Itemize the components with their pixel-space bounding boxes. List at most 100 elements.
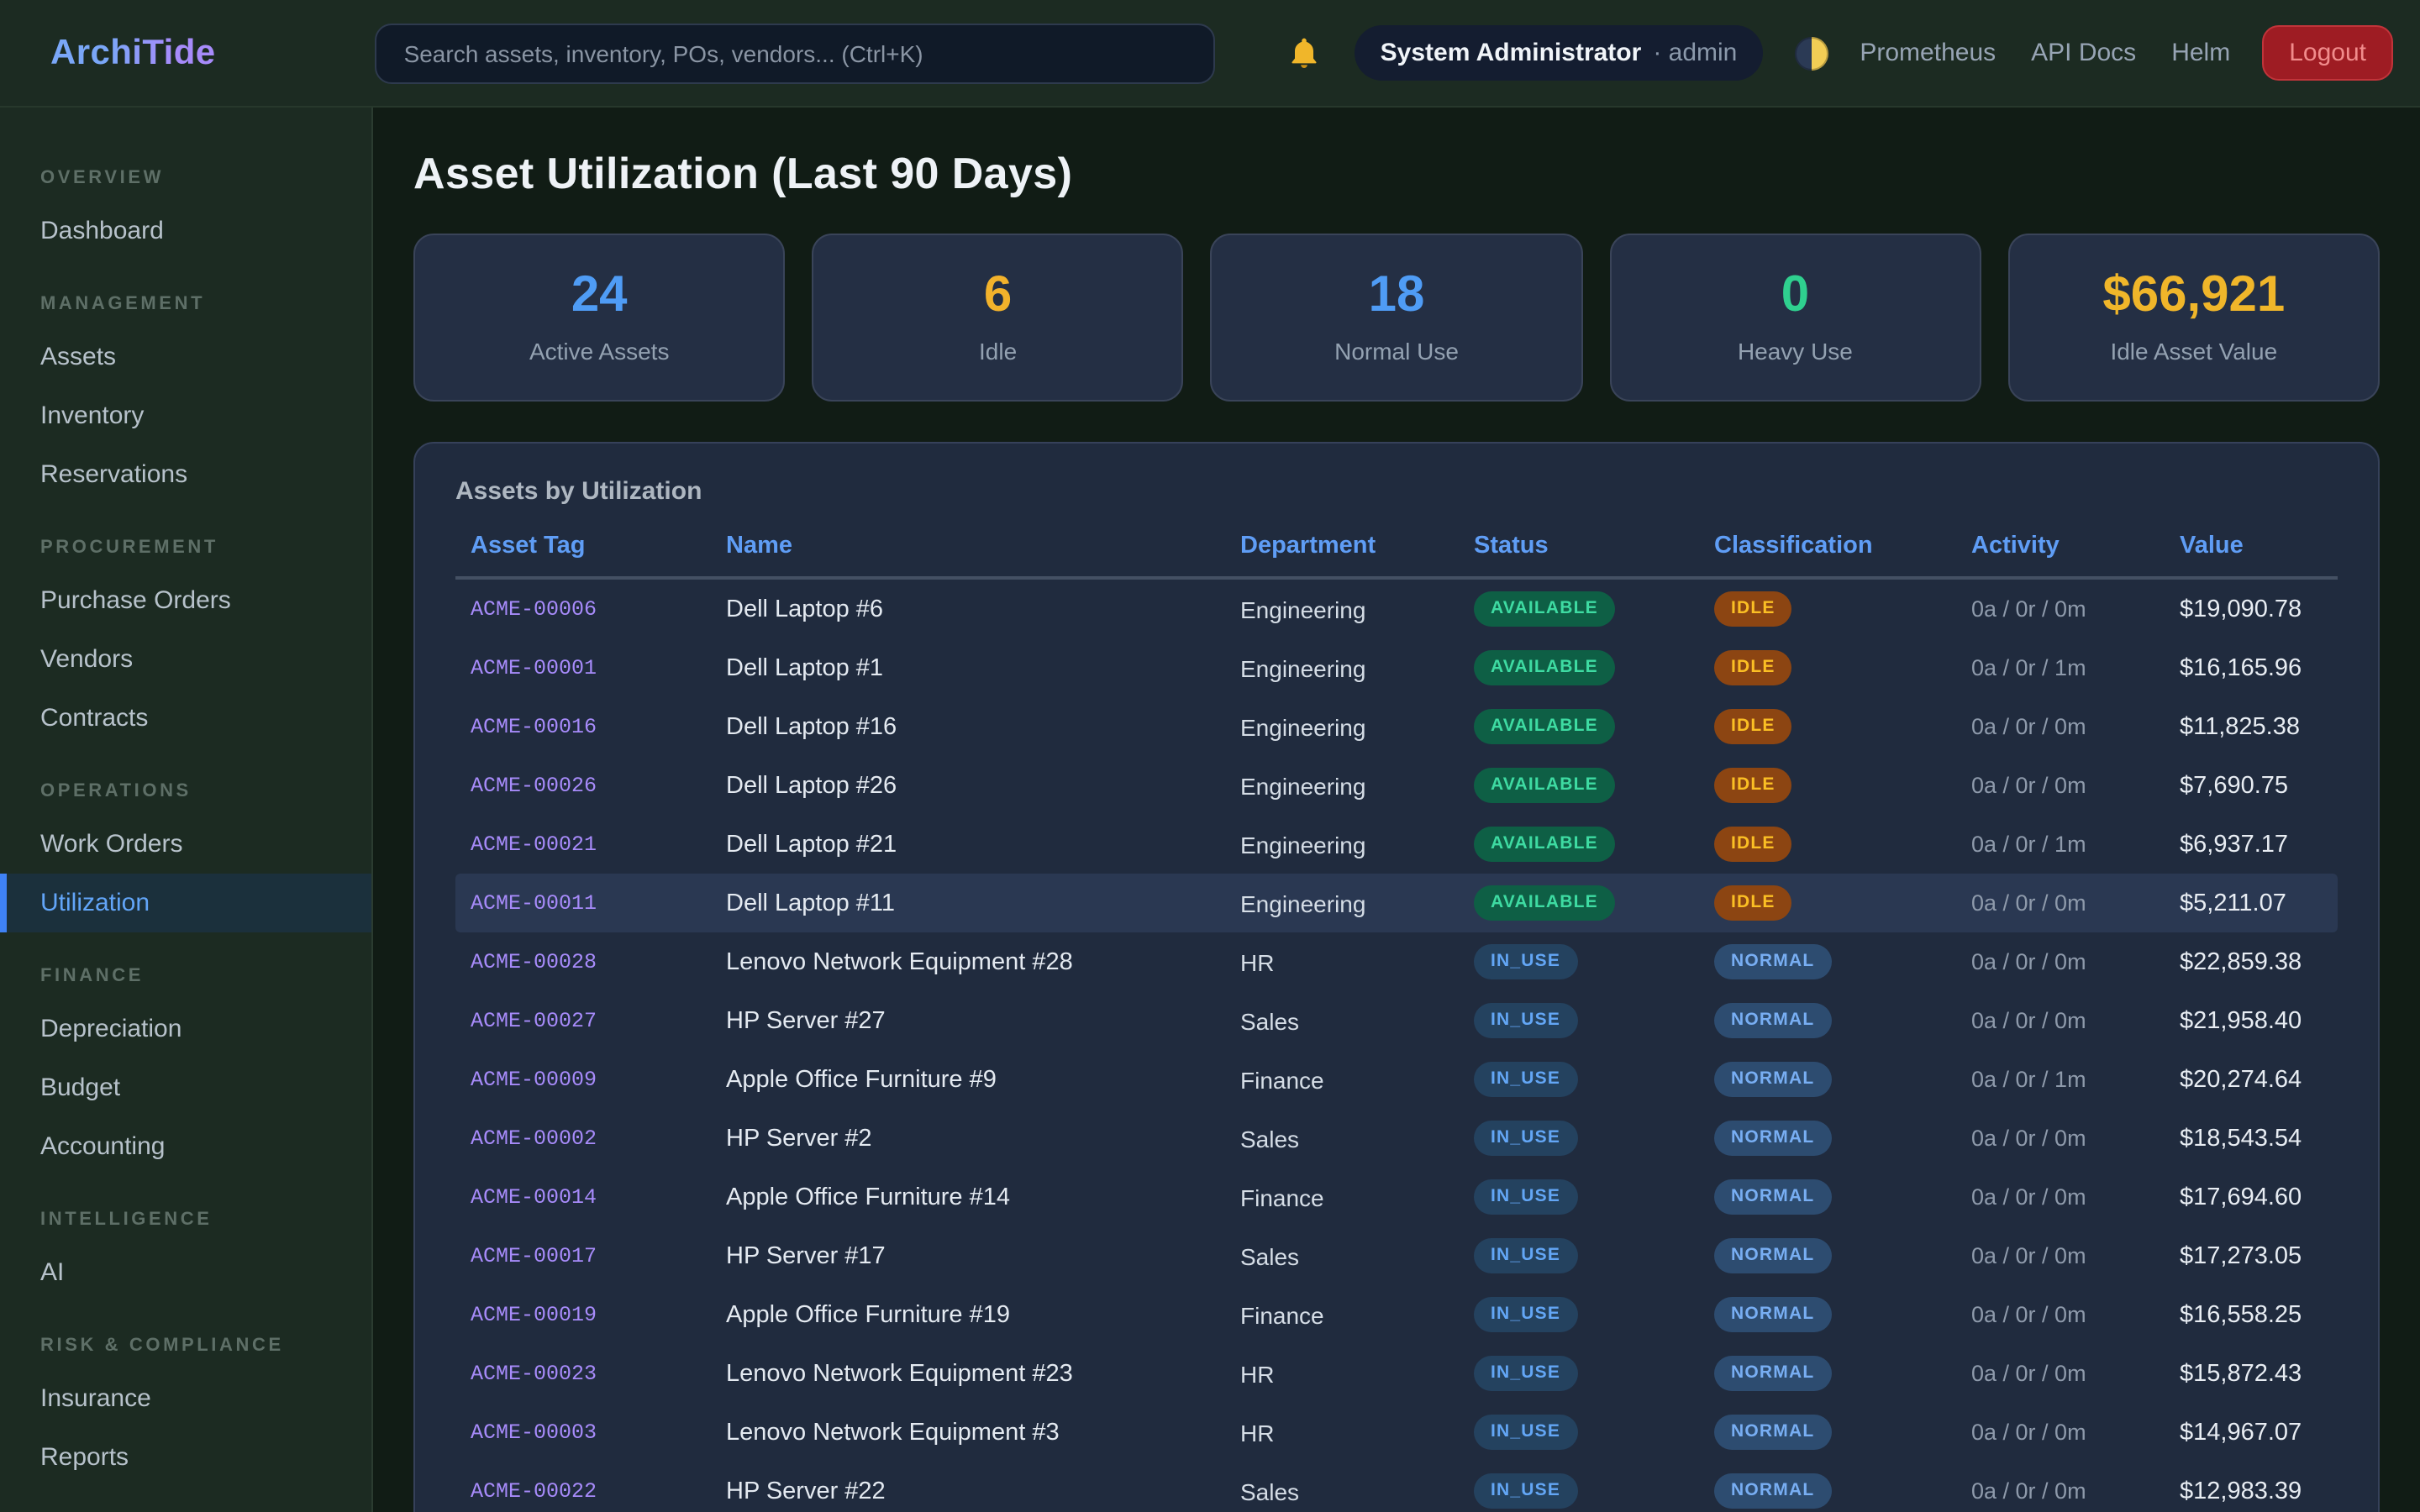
table-row[interactable]: ACME-00002HP Server #2SalesIN_USENORMAL0… (455, 1109, 2338, 1168)
asset-value: $6,937.17 (2180, 831, 2323, 858)
stat-value: $66,921 (2102, 270, 2285, 321)
topbar-link-api-docs[interactable]: API Docs (2031, 39, 2136, 67)
asset-tag-link[interactable]: ACME-00019 (471, 1303, 726, 1326)
sidebar-item-reservations[interactable]: Reservations (0, 445, 371, 504)
asset-tag-link[interactable]: ACME-00017 (471, 1244, 726, 1268)
asset-name: Lenovo Network Equipment #23 (726, 1360, 1240, 1387)
logout-button[interactable]: Logout (2262, 25, 2393, 81)
classification-cell: IDLE (1714, 709, 1971, 743)
table-row[interactable]: ACME-00028Lenovo Network Equipment #28HR… (455, 932, 2338, 991)
sidebar-item-budget[interactable]: Budget (0, 1058, 371, 1117)
column-header-classification: Classification (1714, 533, 1971, 559)
asset-department: HR (1240, 1419, 1474, 1446)
classification-cell: IDLE (1714, 650, 1971, 685)
classification-cell: NORMAL (1714, 944, 1971, 979)
sidebar-item-accounting[interactable]: Accounting (0, 1117, 371, 1176)
stat-label: Active Assets (529, 338, 670, 365)
sidebar-item-inventory[interactable]: Inventory (0, 386, 371, 445)
topbar-link-prometheus[interactable]: Prometheus (1860, 39, 1996, 67)
status-badge: AVAILABLE (1474, 709, 1615, 743)
asset-tag-link[interactable]: ACME-00021 (471, 832, 726, 856)
asset-activity: 0a / 0r / 0m (1971, 1420, 2180, 1445)
asset-value: $19,090.78 (2180, 596, 2323, 622)
column-header-value: Value (2180, 533, 2323, 559)
status-cell: IN_USE (1474, 1003, 1714, 1037)
classification-cell: NORMAL (1714, 1121, 1971, 1155)
table-row[interactable]: ACME-00001Dell Laptop #1EngineeringAVAIL… (455, 638, 2338, 697)
asset-tag-link[interactable]: ACME-00016 (471, 715, 726, 738)
bell-icon[interactable] (1286, 34, 1323, 71)
asset-activity: 0a / 0r / 1m (1971, 655, 2180, 680)
search-input[interactable] (376, 23, 1216, 83)
sidebar-item-vendors[interactable]: Vendors (0, 630, 371, 689)
table-row[interactable]: ACME-00027HP Server #27SalesIN_USENORMAL… (455, 991, 2338, 1050)
classification-badge: NORMAL (1714, 1356, 1831, 1390)
asset-value: $17,694.60 (2180, 1184, 2323, 1210)
table-row[interactable]: ACME-00017HP Server #17SalesIN_USENORMAL… (455, 1226, 2338, 1285)
status-cell: AVAILABLE (1474, 650, 1714, 685)
classification-badge: IDLE (1714, 650, 1792, 685)
asset-tag-link[interactable]: ACME-00014 (471, 1185, 726, 1209)
asset-tag-link[interactable]: ACME-00023 (471, 1362, 726, 1385)
status-badge: IN_USE (1474, 1238, 1577, 1273)
classification-badge: NORMAL (1714, 1062, 1831, 1096)
asset-tag-link[interactable]: ACME-00003 (471, 1420, 726, 1444)
sidebar-item-insurance[interactable]: Insurance (0, 1369, 371, 1428)
status-cell: AVAILABLE (1474, 827, 1714, 861)
asset-tag-link[interactable]: ACME-00011 (471, 891, 726, 915)
table-row[interactable]: ACME-00016Dell Laptop #16EngineeringAVAI… (455, 697, 2338, 756)
classification-cell: NORMAL (1714, 1297, 1971, 1331)
sidebar-item-purchase-orders[interactable]: Purchase Orders (0, 571, 371, 630)
brand-logo: ArchiTide (50, 33, 216, 73)
status-badge: IN_USE (1474, 1062, 1577, 1096)
sidebar-item-assets[interactable]: Assets (0, 328, 371, 386)
table-row[interactable]: ACME-00019Apple Office Furniture #19Fina… (455, 1285, 2338, 1344)
classification-cell: NORMAL (1714, 1179, 1971, 1214)
topbar-link-helm[interactable]: Helm (2171, 39, 2230, 67)
sidebar-item-ai[interactable]: AI (0, 1243, 371, 1302)
asset-department: HR (1240, 1360, 1474, 1387)
table-row[interactable]: ACME-00011Dell Laptop #11EngineeringAVAI… (455, 874, 2338, 932)
asset-tag-link[interactable]: ACME-00022 (471, 1479, 726, 1503)
asset-tag-link[interactable]: ACME-00026 (471, 774, 726, 797)
asset-department: Engineering (1240, 890, 1474, 916)
classification-cell: IDLE (1714, 827, 1971, 861)
status-badge: AVAILABLE (1474, 591, 1615, 626)
asset-tag-link[interactable]: ACME-00028 (471, 950, 726, 974)
stat-value: 0 (1781, 270, 1809, 321)
table-row[interactable]: ACME-00021Dell Laptop #21EngineeringAVAI… (455, 815, 2338, 874)
asset-tag-link[interactable]: ACME-00009 (471, 1068, 726, 1091)
asset-value: $7,690.75 (2180, 772, 2323, 799)
asset-tag-link[interactable]: ACME-00027 (471, 1009, 726, 1032)
table-row[interactable]: ACME-00003Lenovo Network Equipment #3HRI… (455, 1403, 2338, 1462)
status-cell: IN_USE (1474, 1062, 1714, 1096)
classification-cell: NORMAL (1714, 1473, 1971, 1508)
asset-value: $16,165.96 (2180, 654, 2323, 681)
sidebar-item-dashboard[interactable]: Dashboard (0, 202, 371, 260)
sidebar-item-reports[interactable]: Reports (0, 1428, 371, 1487)
status-badge: AVAILABLE (1474, 650, 1615, 685)
status-cell: IN_USE (1474, 1415, 1714, 1449)
table-row[interactable]: ACME-00006Dell Laptop #6EngineeringAVAIL… (455, 580, 2338, 638)
sidebar-item-depreciation[interactable]: Depreciation (0, 1000, 371, 1058)
table-row[interactable]: ACME-00014Apple Office Furniture #14Fina… (455, 1168, 2338, 1226)
table-row[interactable]: ACME-00026Dell Laptop #26EngineeringAVAI… (455, 756, 2338, 815)
status-cell: AVAILABLE (1474, 768, 1714, 802)
asset-value: $21,958.40 (2180, 1007, 2323, 1034)
sidebar-item-work-orders[interactable]: Work Orders (0, 815, 371, 874)
page-title: Asset Utilization (Last 90 Days) (413, 148, 2380, 200)
sidebar-item-contracts[interactable]: Contracts (0, 689, 371, 748)
table-row[interactable]: ACME-00023Lenovo Network Equipment #23HR… (455, 1344, 2338, 1403)
stat-label: Normal Use (1334, 338, 1459, 365)
asset-tag-link[interactable]: ACME-00002 (471, 1126, 726, 1150)
user-badge: System Administrator · admin (1355, 25, 1763, 81)
column-header-asset-tag: Asset Tag (471, 533, 726, 559)
sidebar-item-utilization[interactable]: Utilization (0, 874, 371, 932)
table-row[interactable]: ACME-00022HP Server #22SalesIN_USENORMAL… (455, 1462, 2338, 1512)
asset-tag-link[interactable]: ACME-00006 (471, 597, 726, 621)
asset-tag-link[interactable]: ACME-00001 (471, 656, 726, 680)
theme-moon-icon[interactable] (1794, 36, 1828, 70)
classification-badge: IDLE (1714, 591, 1792, 626)
table-row[interactable]: ACME-00009Apple Office Furniture #9Finan… (455, 1050, 2338, 1109)
asset-activity: 0a / 0r / 0m (1971, 1184, 2180, 1210)
